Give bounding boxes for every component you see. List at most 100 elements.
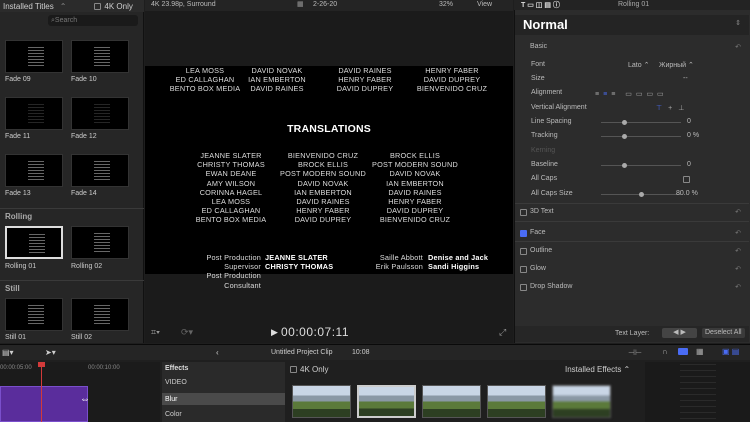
valign-buttons[interactable]: ⊤+⊥ <box>656 104 690 112</box>
title-thumb-rolling-02[interactable] <box>71 226 129 259</box>
thumb-preview <box>94 47 110 67</box>
all-caps-checkbox[interactable] <box>683 176 690 183</box>
credit-name: IAN EMBERTON <box>294 187 352 197</box>
installed-effects-label: Installed Effects <box>565 365 622 374</box>
slider-knob[interactable] <box>622 134 627 139</box>
title-thumb-fade-11[interactable] <box>5 97 63 130</box>
thumb-label: Fade 12 <box>71 133 97 140</box>
skimming-toggle-icon[interactable] <box>678 348 688 355</box>
credit-name: DAVID NOVAK <box>389 169 441 179</box>
section-label: Outline <box>530 247 553 254</box>
credit-name: LEA MOSS <box>185 66 225 75</box>
font-family-dropdown[interactable]: Lato ⌃ <box>628 61 649 69</box>
zoom-icon[interactable]: ⊣⊢ <box>628 348 642 357</box>
title-thumb-fade-10[interactable] <box>71 40 129 73</box>
speed-icon[interactable]: ⟳▾ <box>181 327 193 338</box>
reset-icon[interactable]: ↶ <box>735 229 741 237</box>
video-frame[interactable]: LEA MOSS ED CALLAGHAN BENTO BOX MEDIA DAVI… <box>145 66 513 290</box>
credit-name: BROCK ELLIS <box>389 151 441 160</box>
effect-thumb[interactable] <box>292 385 351 418</box>
slider-knob[interactable] <box>622 163 627 168</box>
section-checkbox[interactable] <box>520 284 527 291</box>
chevron-updown-icon: ⌃ <box>59 1 67 11</box>
4k-only-toggle[interactable]: 4K Only <box>94 2 133 11</box>
section-checkbox[interactable] <box>520 248 527 255</box>
credit-column: DAVID RAINES HENRY FABER DAVID DUPREY <box>325 66 405 94</box>
title-clip[interactable] <box>0 386 88 422</box>
credit-name: BIENVENIDO CRUZ <box>416 84 488 94</box>
alignment-buttons[interactable]: ≡≡≡ ▭▭▭▭ <box>595 90 668 98</box>
credit-name: HENRY FABER <box>388 197 442 207</box>
line-spacing-value[interactable]: 0 <box>687 118 691 125</box>
playhead[interactable] <box>41 362 42 422</box>
reset-icon[interactable]: ↶ <box>735 43 741 51</box>
select-tool-icon[interactable]: ➤▾ <box>45 348 56 357</box>
crop-icon[interactable]: ⌗▾ <box>151 327 160 338</box>
title-thumb-fade-12[interactable] <box>71 97 129 130</box>
effects-category[interactable]: Color <box>165 411 182 418</box>
title-thumb-rolling-01[interactable] <box>5 226 63 259</box>
category-rolling: Rolling <box>5 212 33 221</box>
section-checkbox[interactable] <box>520 209 527 216</box>
title-thumb-fade-09[interactable] <box>5 40 63 73</box>
deselect-all-button[interactable]: Deselect All <box>702 328 745 338</box>
reset-icon[interactable]: ↶ <box>735 208 741 216</box>
play-button[interactable]: ▶ <box>271 327 278 338</box>
text-inspector-icon[interactable]: T ▭ ◫ ▤ ⓘ <box>521 0 560 10</box>
preset-selector[interactable]: Normal ⇕ <box>515 15 749 35</box>
credit-name: DAVID RAINES <box>250 84 304 94</box>
clapper-icon: ▦ <box>297 1 304 8</box>
tracking-slider[interactable] <box>601 134 681 139</box>
title-thumb-fade-13[interactable] <box>5 154 63 187</box>
font-style-dropdown[interactable]: Жирный ⌃ <box>659 61 694 69</box>
view-dropdown[interactable]: View <box>477 1 492 8</box>
size-value[interactable]: -- <box>683 75 688 82</box>
title-thumb-still-01[interactable] <box>5 298 63 331</box>
thumb-label: Still 01 <box>5 334 27 341</box>
search-input[interactable]: ⌕Search <box>48 15 138 26</box>
title-thumb-fade-14[interactable] <box>71 154 129 187</box>
reset-icon[interactable]: ↶ <box>735 247 741 255</box>
effects-category[interactable]: VIDEO <box>165 379 187 386</box>
section-checkbox[interactable] <box>520 266 527 273</box>
credit-name: DAVID DUPREY <box>336 84 394 94</box>
effect-thumb[interactable] <box>487 385 546 418</box>
credit-name: LEA MOSS <box>211 197 251 207</box>
baseline-value[interactable]: 0 <box>687 161 691 168</box>
audio-icon[interactable]: ∩ <box>662 347 668 356</box>
effect-thumb[interactable] <box>552 385 611 418</box>
installed-effects-dropdown[interactable]: Installed Effects ⌃ <box>565 365 630 374</box>
tracking-value[interactable]: 0 % <box>687 132 699 139</box>
line-spacing-slider[interactable] <box>601 120 681 125</box>
effects-category[interactable]: Blur <box>165 396 177 403</box>
slider-knob[interactable] <box>639 192 644 197</box>
thumb-preview <box>94 161 110 181</box>
effects-browser-icon[interactable]: ▣ ▤ <box>722 347 739 356</box>
slider-knob[interactable] <box>622 120 627 125</box>
search-placeholder: Search <box>54 17 78 24</box>
all-caps-size-slider[interactable] <box>601 192 681 197</box>
installed-titles-dropdown[interactable]: Installed Titles <box>3 2 54 11</box>
credit-name: AMY WILSON <box>206 178 256 188</box>
title-thumb-still-02[interactable] <box>71 298 129 331</box>
effects-selected-row[interactable] <box>162 393 285 405</box>
viewer-header: 4K 23.98p, Surround ▦ 2-26-20 32% View <box>145 0 513 11</box>
playhead-handle[interactable] <box>38 362 45 367</box>
all-caps-size-value[interactable]: 80.0 % <box>676 190 698 197</box>
clip-appearance-icon[interactable]: ▤▾ <box>2 348 14 357</box>
baseline-slider[interactable] <box>601 163 681 168</box>
text-layer-nav[interactable]: ◀ ▶ <box>662 328 697 338</box>
effects-4k-toggle[interactable]: 4K Only <box>290 365 328 374</box>
effect-thumb[interactable] <box>422 385 481 418</box>
effect-thumb-selected[interactable] <box>357 385 416 418</box>
reset-icon[interactable]: ↶ <box>735 283 741 291</box>
zoom-dropdown[interactable]: 32% <box>439 1 453 8</box>
role-name: JEANNE SLATER <box>265 253 328 262</box>
credit-column: JEANNE SLATER CHRISTY THOMAS EWAN DEANE AMY… <box>185 151 277 225</box>
reset-icon[interactable]: ↶ <box>735 265 741 273</box>
section-checkbox-checked[interactable] <box>520 230 527 237</box>
back-arrow-icon[interactable]: ‹ <box>216 348 219 357</box>
filmstrip-icon[interactable]: ▦ <box>696 347 704 356</box>
fullscreen-icon[interactable]: ⤢ <box>499 327 506 338</box>
effects-4k-label: 4K Only <box>300 365 329 374</box>
